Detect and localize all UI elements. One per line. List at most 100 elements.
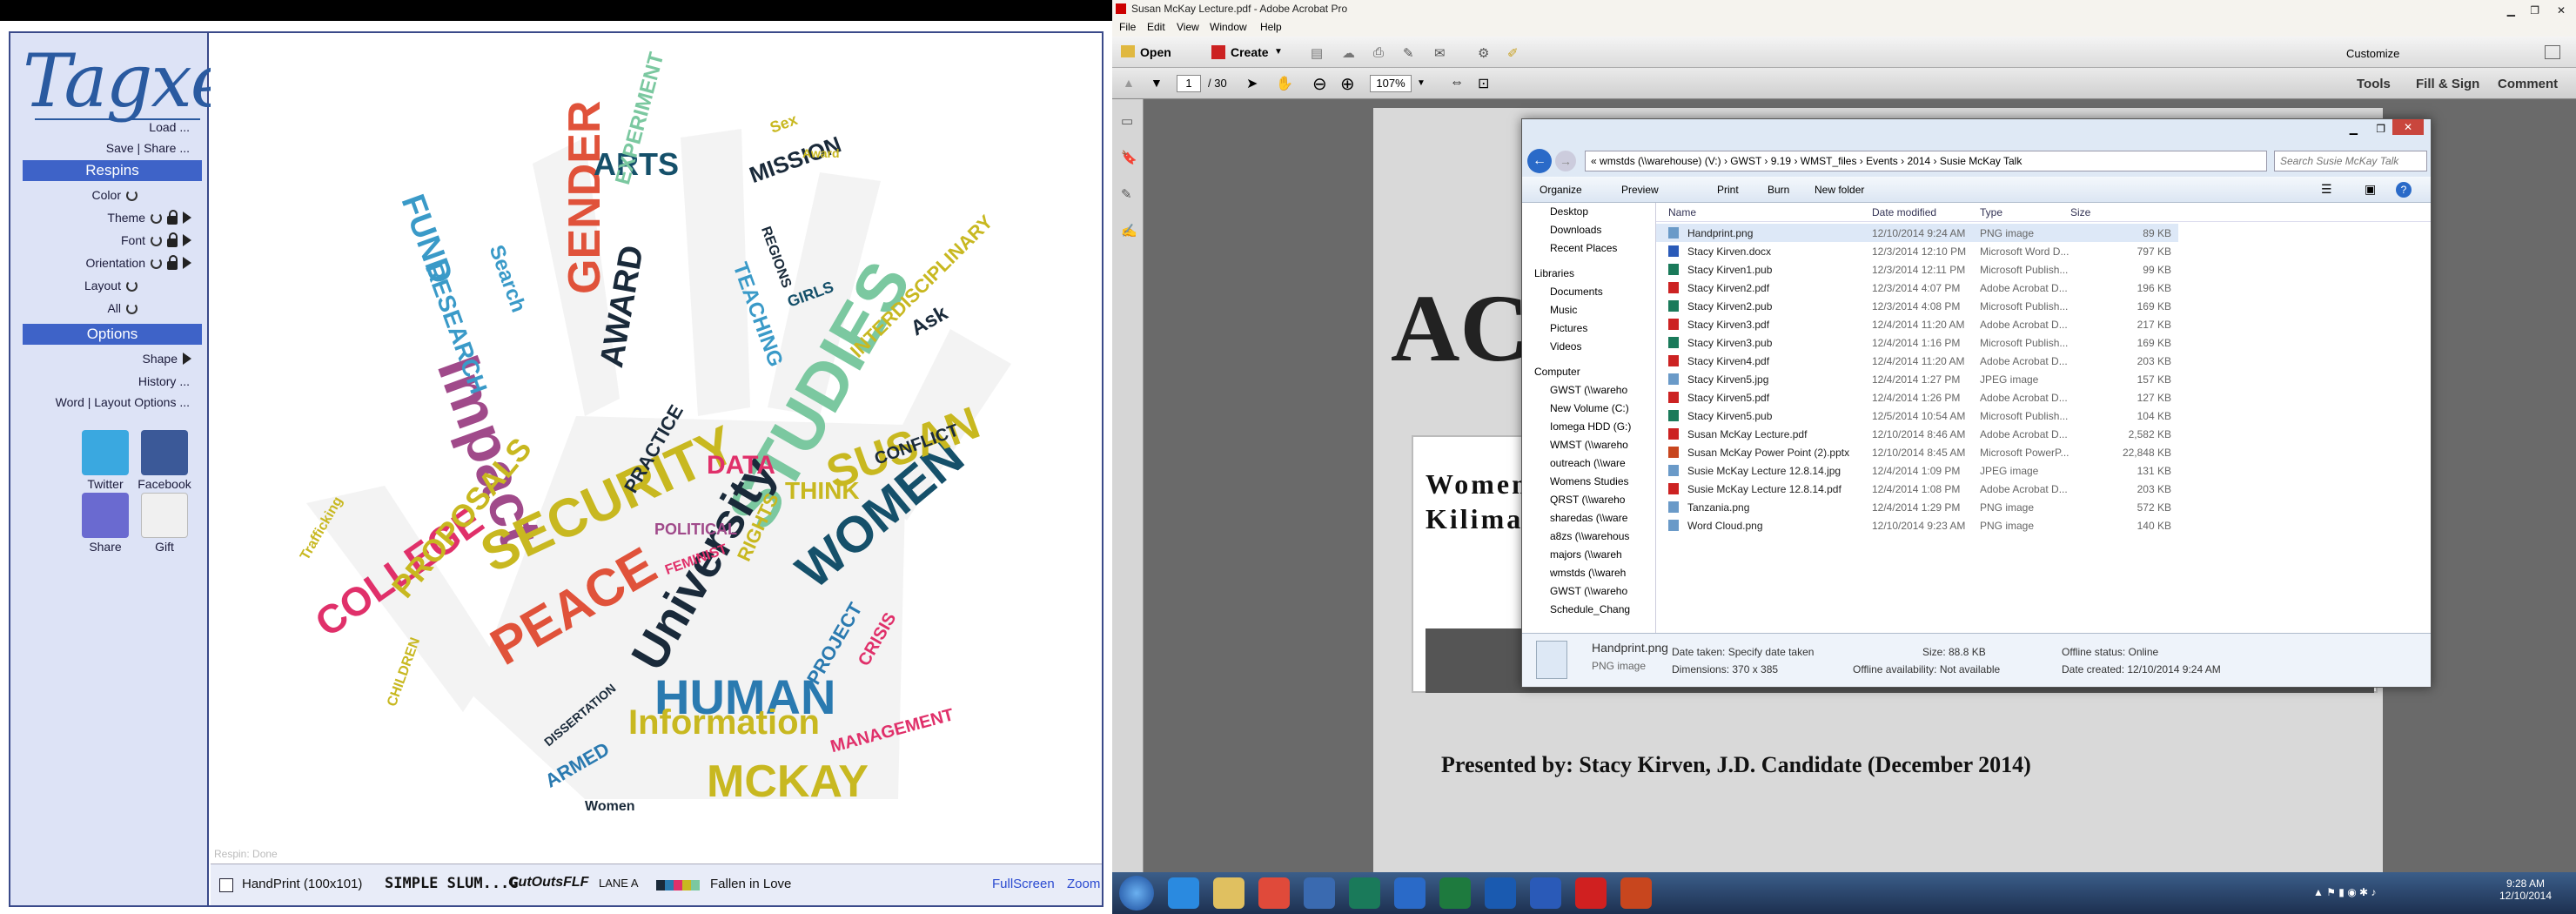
comment-pane-button[interactable]: Comment [2498,77,2558,91]
font-name-2[interactable]: CutOutsFLF [508,875,588,890]
internet-explorer-icon[interactable] [1168,877,1199,909]
path-segment[interactable]: 2014 [1907,155,1930,167]
table-row[interactable]: Stacy Kirven2.pdf 12/3/2014 4:07 PM Adobe … [1656,279,2178,297]
nav-item[interactable]: GWST (\\wareho [1522,582,1655,601]
table-row[interactable]: Susan McKay Power Point (2).pptx 12/10/20… [1656,443,2178,461]
col-type[interactable]: Type [1980,206,2002,218]
forward-icon[interactable]: → [1555,151,1576,171]
create-button[interactable]: Create [1231,45,1269,59]
shape-icon[interactable] [219,878,233,892]
twitter-icon[interactable] [82,430,129,475]
shape-name[interactable]: HandPrint (100x101) [242,877,362,891]
edit-icon[interactable]: ✎ [1403,45,1414,61]
cloud-icon[interactable]: ☁ [1342,45,1355,61]
facebook-label[interactable]: Facebook [130,477,199,491]
cloud-word[interactable]: Women [585,799,634,815]
gift-label[interactable]: Gift [130,540,199,554]
cloud-word[interactable]: GENDER [559,101,611,294]
outlook-icon[interactable] [1485,877,1516,909]
fit-width-icon[interactable]: ⇔ [1450,75,1464,91]
nav-item[interactable]: outreach (\\ware [1522,454,1655,473]
play-icon[interactable] [183,212,191,224]
restore-icon[interactable]: ❐ [2376,123,2385,135]
table-row[interactable]: Handprint.png 12/10/2014 9:24 AM PNG image… [1656,224,2178,242]
burn-button[interactable]: Burn [1768,184,1789,196]
zoom-in-icon[interactable]: ⊕ [1340,73,1355,95]
preview-pane-icon[interactable]: ▣ [2365,182,2376,197]
respin-color[interactable]: Color [92,188,138,202]
nav-item[interactable]: Schedule_Chang [1522,601,1655,619]
fill-sign-pane-button[interactable]: Fill & Sign [2416,77,2479,91]
organize-button[interactable]: Organize [1540,184,1582,196]
lock-icon[interactable] [167,209,178,225]
option-shape[interactable]: Shape [143,352,191,366]
menu-window[interactable]: Window [1210,21,1247,33]
acrobat-icon[interactable] [1575,877,1607,909]
menu-help[interactable]: Help [1260,21,1282,33]
create-icon[interactable] [1211,45,1225,59]
lock-icon[interactable] [167,254,178,270]
path-segment[interactable]: « [1591,155,1597,167]
print-icon[interactable]: ⎙ [1373,45,1384,60]
view-options-icon[interactable]: ☰ [2321,182,2332,197]
open-button[interactable]: Open [1140,45,1171,59]
nav-item[interactable]: Videos [1522,338,1655,356]
cloud-word[interactable]: THINK [785,477,860,505]
close-icon[interactable]: ✕ [2392,119,2424,135]
nav-item[interactable]: Downloads [1522,221,1655,239]
table-row[interactable]: Stacy Kirven3.pub 12/4/2014 1:16 PM Micros… [1656,333,2178,352]
nav-item[interactable]: WMST (\\wareho [1522,436,1655,454]
settings-icon[interactable]: ⚙ [1478,45,1489,61]
minimize-icon[interactable]: ▁ [2507,2,2515,19]
load-link[interactable]: Load ... [149,120,190,134]
font-name-3[interactable]: LANE A [599,877,639,890]
respin-layout[interactable]: Layout [84,279,138,292]
signature-icon[interactable]: ✍ [1121,223,1137,239]
nav-item[interactable]: a8zs (\\warehous [1522,528,1655,546]
fullscreen-link[interactable]: FullScreen [992,877,1055,891]
select-tool-icon[interactable]: ➤ [1246,75,1258,92]
share-icon[interactable] [82,493,129,538]
path-segment[interactable]: Susie McKay Talk [1940,155,2022,167]
nav-item[interactable]: Recent Places [1522,239,1655,258]
table-row[interactable]: Stacy Kirven5.jpg 12/4/2014 1:27 PM JPEG i… [1656,370,2178,388]
nav-item[interactable]: wmstds (\\wareh [1522,564,1655,582]
refresh-icon[interactable] [151,212,162,224]
customize-button[interactable]: Customize [2346,47,2399,60]
word-icon[interactable] [1530,877,1561,909]
respin-theme[interactable]: Theme [107,209,191,225]
prev-page-icon[interactable]: ▲ [1123,76,1135,90]
lync-icon[interactable] [1394,877,1426,909]
print-button[interactable]: Print [1717,184,1739,196]
nav-item[interactable]: QRST (\\wareho [1522,491,1655,509]
word-cloud-canvas[interactable]: GENDER STUDIES Impact SECURITY PEACE HUMAN WOM… [211,33,1102,864]
search-input[interactable] [2274,151,2427,171]
nav-item[interactable]: Pictures [1522,319,1655,338]
media-player-icon[interactable] [1304,877,1335,909]
comment-icon[interactable]: ✐ [1507,45,1519,61]
respin-all[interactable]: All [107,301,138,315]
refresh-icon[interactable] [126,302,138,314]
nav-item[interactable]: majors (\\wareh [1522,546,1655,564]
table-row[interactable]: Stacy Kirven2.pub 12/3/2014 4:08 PM Micros… [1656,297,2178,315]
nav-item[interactable]: New Volume (C:) [1522,400,1655,418]
zoom-link[interactable]: Zoom [1067,877,1100,891]
nav-item[interactable]: sharedas (\\ware [1522,509,1655,528]
lock-icon[interactable] [167,232,178,247]
table-row[interactable]: Tanzania.png 12/4/2014 1:29 PM PNG image 57… [1656,498,2178,516]
address-bar[interactable]: « wmstds (\\warehouse) (V:) › GWST › 9.1… [1585,151,2267,171]
powerpoint-icon[interactable] [1620,877,1652,909]
details-date-taken[interactable]: Date taken: Specify date taken [1672,646,1814,658]
table-row[interactable]: Stacy Kirven5.pdf 12/4/2014 1:26 PM Adobe … [1656,388,2178,407]
minimize-icon[interactable]: ▁ [2350,123,2358,135]
nav-item[interactable]: Iomega HDD (G:) [1522,418,1655,436]
save-icon[interactable]: ▤ [1311,45,1323,61]
path-segment[interactable]: GWST [1730,155,1761,167]
cloud-word[interactable]: MCKAY [707,756,869,808]
refresh-icon[interactable] [126,279,138,292]
attachment-icon[interactable]: ✎ [1121,186,1132,202]
help-icon[interactable]: ? [2396,182,2412,198]
restore-icon[interactable]: ❐ [2530,2,2539,19]
table-row[interactable]: Stacy Kirven4.pdf 12/4/2014 11:20 AM Adobe… [1656,352,2178,370]
refresh-icon[interactable] [126,189,138,201]
